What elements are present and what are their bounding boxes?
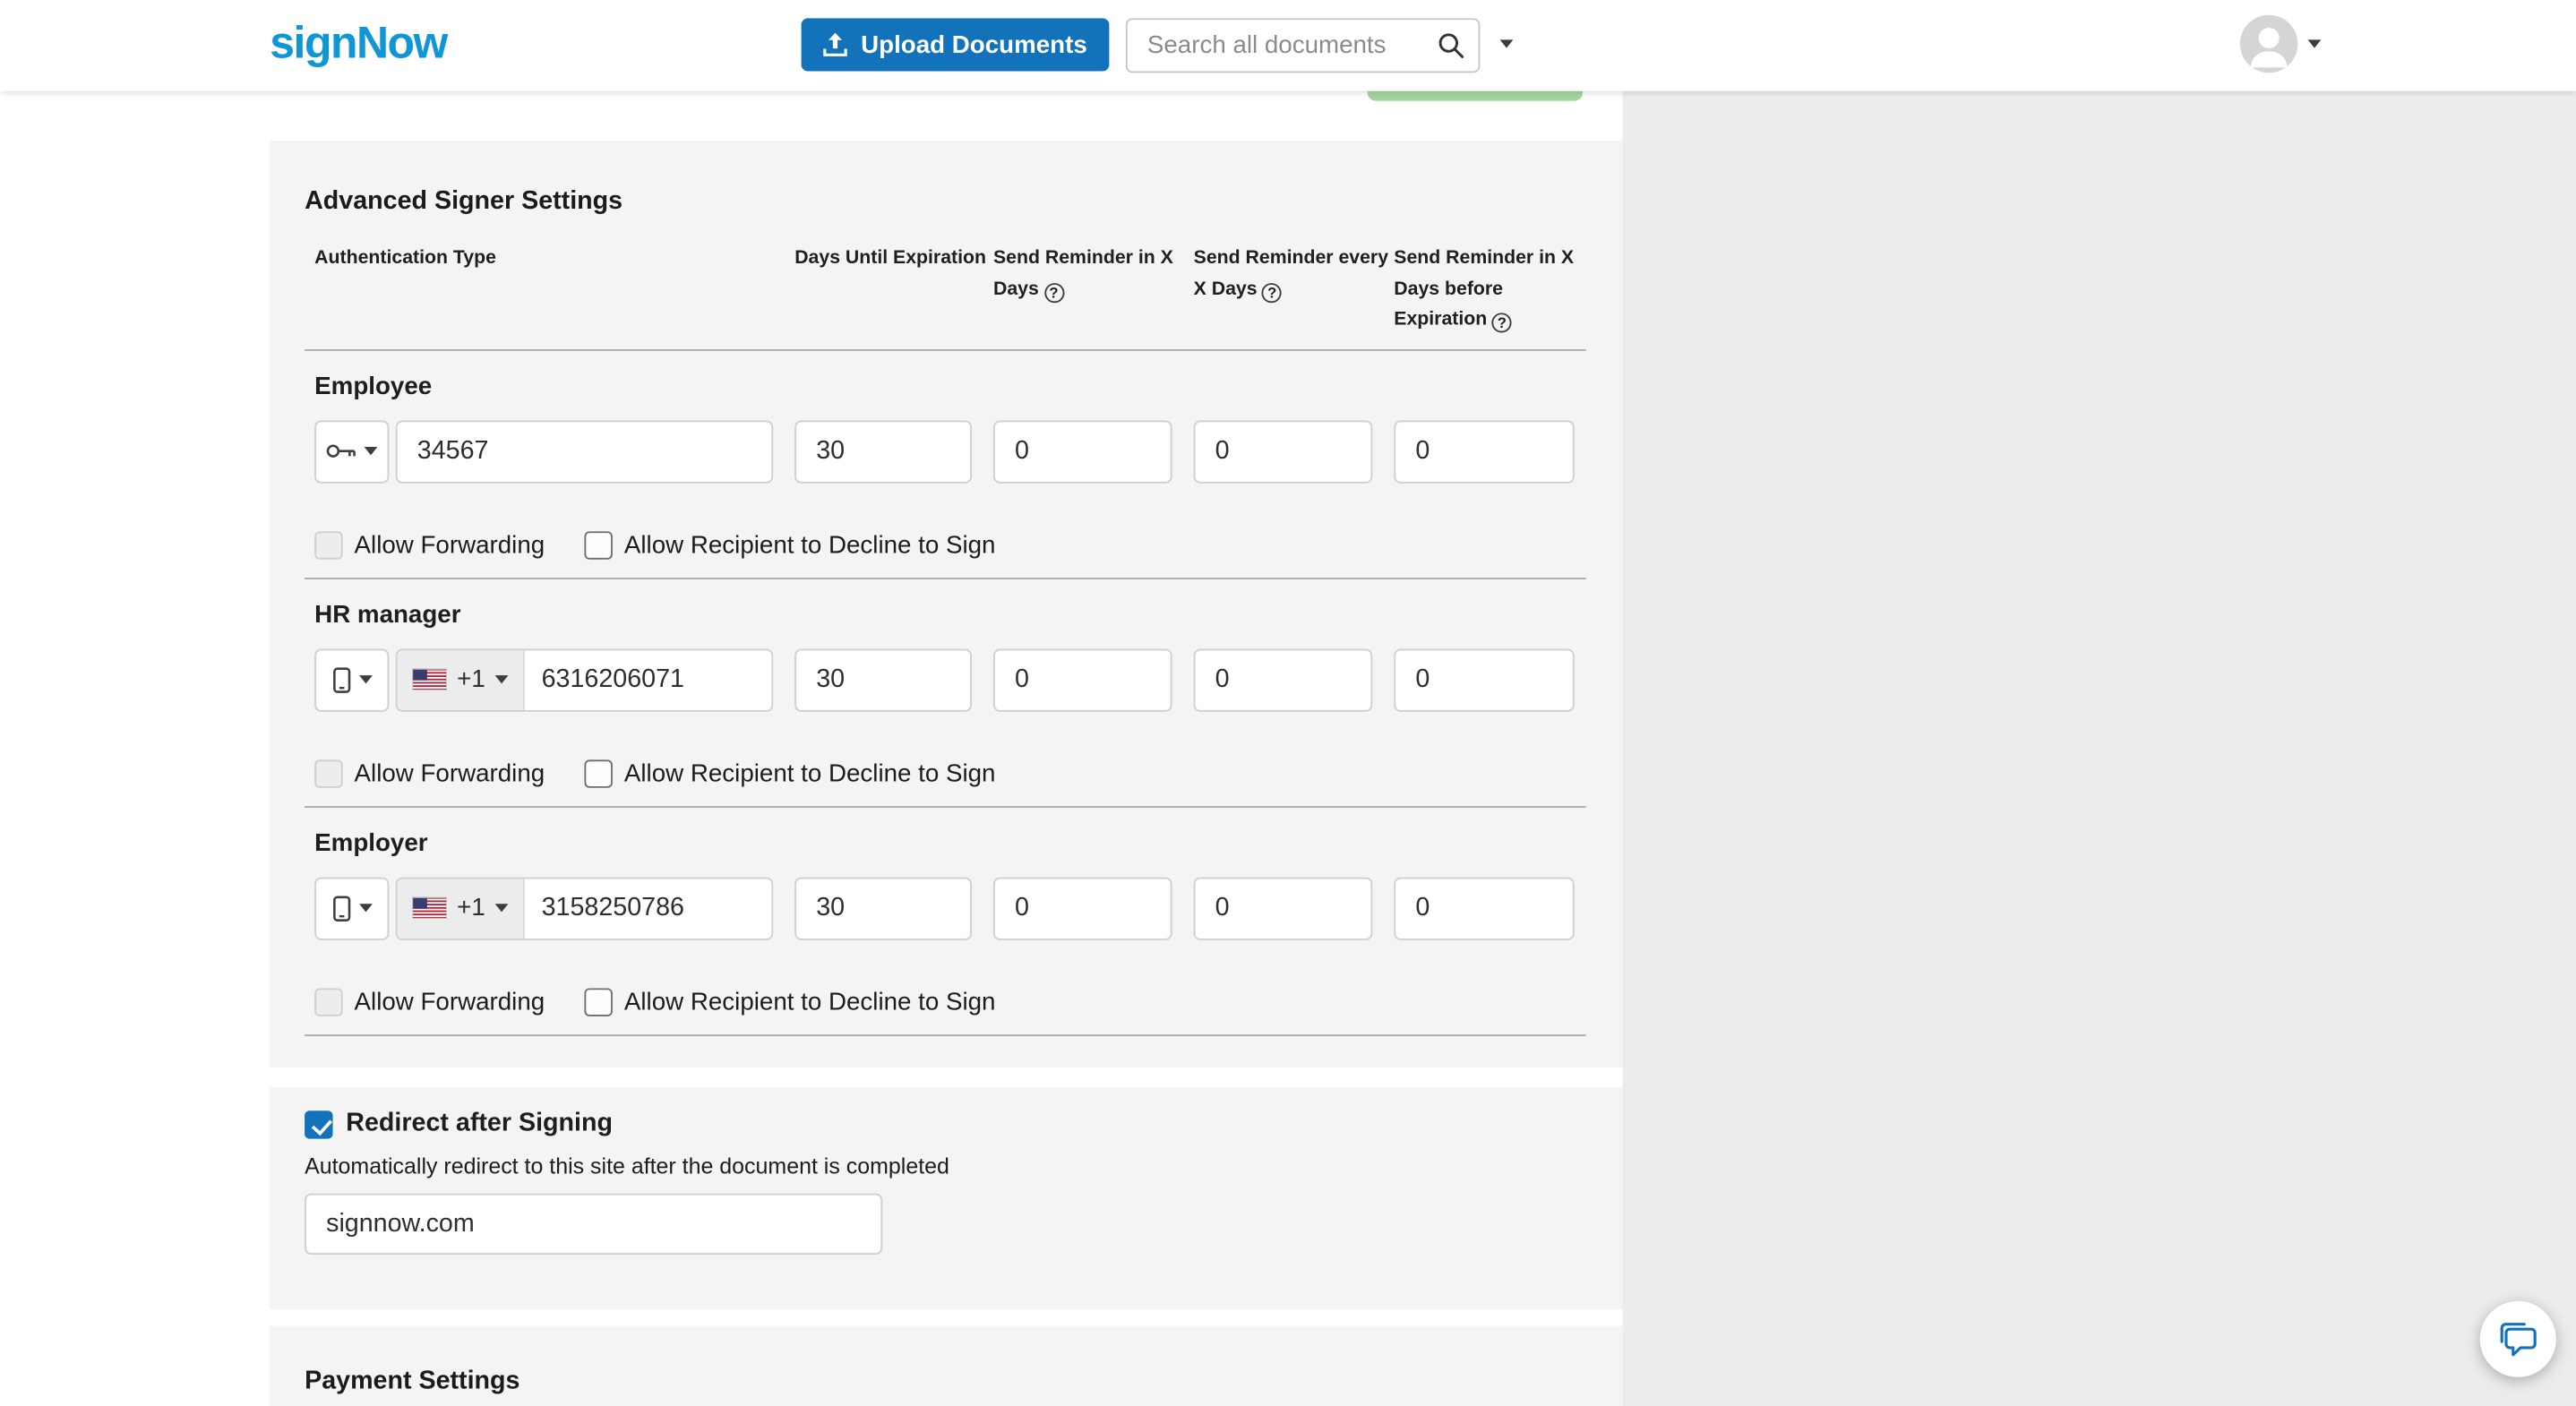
signer-row-hr-manager: HR manager +1 6316206071 30 0 0 0 Allow … [314,600,1586,787]
auth-type-dropdown[interactable] [314,647,390,711]
account-menu-chevron-icon[interactable] [2307,39,2322,48]
divider [305,577,1586,579]
days-until-expiration-input[interactable] [794,876,972,939]
column-authentication-type: Authentication Type [314,248,496,269]
signer-name: Employer [314,828,428,857]
send-reminder-in-input[interactable] [992,876,1172,939]
auth-type-dropdown[interactable] [314,419,390,483]
us-flag-icon [412,896,448,919]
app-viewport: signNow Upload Documents Search all docu… [0,0,2576,1406]
chat-icon [2499,1322,2536,1356]
phone-icon [332,895,350,922]
column-days-until-expiration: Days Until Expiration [794,248,986,269]
allow-forwarding-checkbox[interactable]: Allow Forwarding [314,987,545,1016]
avatar[interactable] [2239,14,2298,73]
search-icon[interactable] [1437,31,1464,59]
divider [305,1033,1586,1036]
checkbox-unchecked[interactable] [584,759,613,787]
allow-forwarding-label: Allow Forwarding [354,987,545,1016]
upload-documents-label: Upload Documents [861,30,1087,59]
redirect-helper-text: Automatically redirect to this site afte… [305,1153,949,1179]
send-reminder-in-input[interactable] [992,647,1172,711]
redirect-after-signing-checkbox[interactable] [305,1110,333,1138]
country-code-selector[interactable]: +1 [397,878,526,939]
checkbox-unchecked[interactable] [314,987,343,1016]
column-send-reminder-before: Send Reminder in X Days before Expiratio… [1394,244,1579,336]
chevron-down-icon [494,904,509,913]
search-box [1125,18,1481,73]
search-input[interactable] [1125,18,1481,73]
phone-number-input[interactable] [525,878,772,939]
divider [305,348,1586,350]
signer-row-employer: Employer +1 3158250786 30 0 0 0 Allow Fo… [314,828,1586,1016]
phone-icon [332,666,350,692]
allow-forwarding-label: Allow Forwarding [354,530,545,559]
signer-row-employee: Employee 34567 30 0 0 0 Allow Forwarding… [314,372,1586,559]
auth-type-dropdown[interactable] [314,876,390,939]
send-reminder-in-input[interactable] [992,419,1172,483]
send-reminder-every-input[interactable] [1193,876,1373,939]
allow-forwarding-checkbox[interactable]: Allow Forwarding [314,530,545,559]
signer-name: HR manager [314,600,461,629]
country-code-selector[interactable]: +1 [397,649,526,710]
signnow-logo[interactable]: signNow [270,18,448,69]
chevron-down-icon [364,447,378,456]
checkbox-unchecked[interactable] [584,530,613,559]
divider [305,805,1586,808]
column-send-reminder-every: Send Reminder every X Days? [1194,244,1395,336]
payment-settings-panel: Payment Settings [270,1325,1623,1406]
allow-decline-label: Allow Recipient to Decline to Sign [623,987,996,1016]
key-icon [326,444,356,458]
allow-decline-checkbox[interactable]: Allow Recipient to Decline to Sign [584,759,996,787]
send-reminder-before-input[interactable] [1394,876,1575,939]
column-send-reminder-in: Send Reminder in X Days? [993,244,1194,336]
allow-forwarding-checkbox[interactable]: Allow Forwarding [314,759,545,787]
help-icon[interactable]: ? [1262,282,1283,303]
us-flag-icon [412,668,448,690]
advanced-signer-settings-panel: Advanced Signer Settings Authentication … [270,141,1623,1068]
checkbox-unchecked[interactable] [314,530,343,559]
allow-forwarding-label: Allow Forwarding [354,759,545,787]
days-until-expiration-input[interactable] [794,647,972,711]
phone-number-input[interactable] [525,649,772,710]
upload-documents-button[interactable]: Upload Documents [801,18,1109,72]
chevron-down-icon [494,675,509,684]
search-options-chevron-icon[interactable] [1499,39,1514,48]
advanced-signer-settings-title: Advanced Signer Settings [305,186,623,216]
chevron-down-icon [358,904,372,913]
send-reminder-before-input[interactable] [1394,647,1575,711]
redirect-after-signing-panel: Redirect after Signing Automatically red… [270,1087,1623,1310]
chevron-down-icon [358,675,372,684]
chat-widget-button[interactable] [2479,1300,2556,1377]
payment-settings-title: Payment Settings [305,1367,520,1396]
redirect-url-input[interactable] [305,1193,883,1256]
help-icon[interactable]: ? [1043,282,1064,303]
redirect-after-signing-label: Redirect after Signing [346,1109,613,1137]
phone-input-group: +1 [395,876,774,939]
allow-decline-checkbox[interactable]: Allow Recipient to Decline to Sign [584,530,996,559]
checkbox-unchecked[interactable] [584,987,613,1016]
settings-table-header: Authentication Type Days Until Expiratio… [314,244,1586,336]
allow-decline-checkbox[interactable]: Allow Recipient to Decline to Sign [584,987,996,1016]
send-reminder-every-input[interactable] [1193,647,1373,711]
send-reminder-every-input[interactable] [1193,419,1373,483]
days-until-expiration-input[interactable] [794,419,972,483]
send-reminder-before-input[interactable] [1394,419,1575,483]
top-bar: signNow Upload Documents [0,0,2576,91]
allow-decline-label: Allow Recipient to Decline to Sign [623,530,996,559]
allow-decline-label: Allow Recipient to Decline to Sign [623,759,996,787]
checkbox-unchecked[interactable] [314,759,343,787]
upload-icon [823,32,847,56]
country-code-label: +1 [457,894,485,922]
country-code-label: +1 [457,665,485,694]
phone-input-group: +1 [395,647,774,711]
signer-name: Employee [314,371,433,400]
document-preview-pane [1622,90,2576,1406]
password-value-input[interactable] [395,419,774,483]
cutoff-green-button[interactable] [1367,90,1584,101]
help-icon[interactable]: ? [1491,313,1512,333]
